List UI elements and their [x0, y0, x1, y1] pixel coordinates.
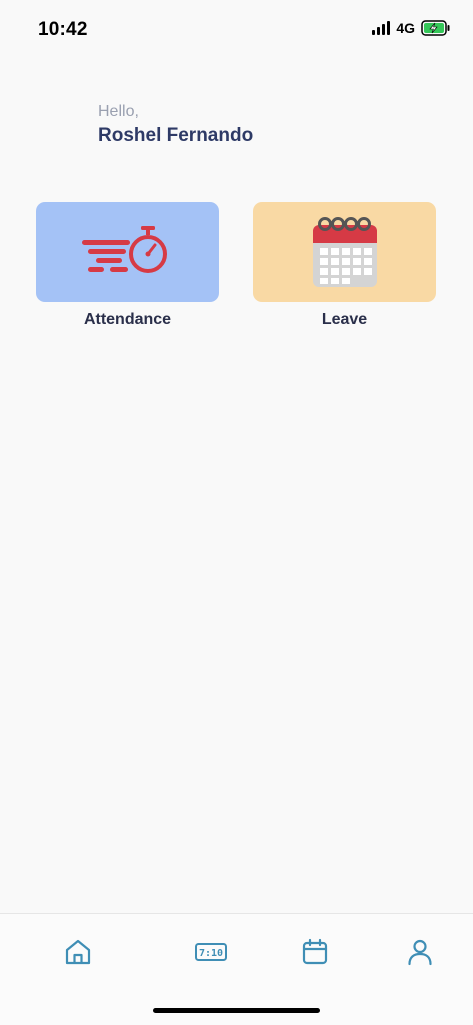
stopwatch-icon	[81, 226, 167, 273]
home-icon	[65, 939, 91, 965]
leave-tile[interactable]	[253, 202, 436, 302]
home-indicator	[153, 1008, 320, 1013]
nav-attendance[interactable]: 7:10	[191, 934, 231, 970]
nav-home[interactable]	[60, 934, 96, 970]
network-type: 4G	[396, 20, 415, 36]
status-time: 10:42	[38, 19, 88, 40]
clock-display-text: 7:10	[199, 948, 223, 959]
calendar-icon	[302, 938, 328, 965]
calendar-icon	[312, 217, 377, 287]
profile-icon	[408, 939, 432, 966]
status-indicators: 4G	[372, 20, 451, 36]
nav-profile[interactable]	[402, 934, 438, 970]
leave-label: Leave	[321, 311, 368, 328]
signal-icon	[372, 21, 391, 35]
attendance-card[interactable]: Attendance	[36, 202, 219, 329]
battery-icon	[421, 20, 450, 36]
status-bar: 10:42 4G	[0, 0, 473, 56]
user-name: Roshel Fernando	[98, 125, 254, 146]
attendance-label: Attendance	[83, 311, 172, 328]
greeting-hello: Hello,	[98, 103, 139, 120]
nav-calendar[interactable]	[297, 934, 333, 970]
attendance-tile[interactable]	[36, 202, 219, 302]
leave-card[interactable]: Leave	[253, 202, 436, 329]
greeting: Hello, Roshel Fernando	[98, 103, 253, 147]
clock-display-icon: 7:10	[195, 943, 227, 961]
